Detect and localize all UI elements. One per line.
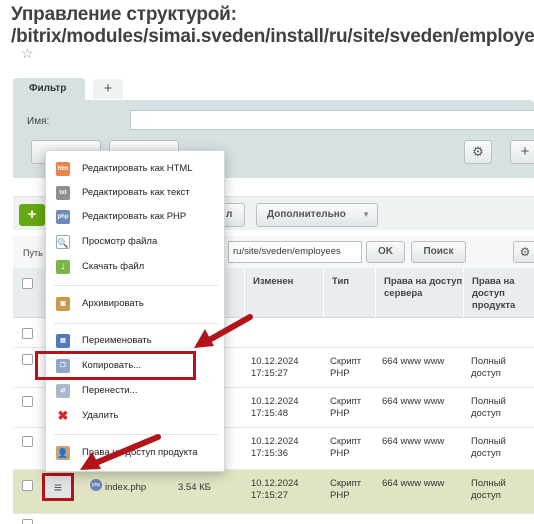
- product-access-cell: Полный доступ: [471, 396, 506, 419]
- file-name-link[interactable]: index.php: [105, 482, 185, 494]
- menu-item-archive[interactable]: ▣ Архивировать: [46, 293, 224, 315]
- download-icon: ↓: [56, 260, 70, 274]
- product-access-cell: Полный доступ: [471, 478, 506, 501]
- grid-settings-button[interactable]: ⚙: [513, 241, 534, 263]
- access-icon: 👤: [56, 446, 70, 460]
- ok-button[interactable]: OK: [366, 241, 405, 263]
- select-all-checkbox[interactable]: [22, 278, 33, 289]
- path-label: Путь: [23, 248, 43, 258]
- more-dropdown[interactable]: Дополнительно ▼: [256, 203, 378, 227]
- gear-icon: ⚙: [519, 245, 531, 259]
- name-label: Имя:: [27, 116, 50, 127]
- row-checkbox[interactable]: [22, 519, 33, 524]
- php-file-icon: php: [90, 479, 102, 491]
- col-type[interactable]: Тип: [323, 268, 375, 318]
- chevron-down-icon: ▼: [362, 210, 370, 219]
- row-checkbox[interactable]: [22, 328, 33, 339]
- menu-item-label: Редактировать как текст: [82, 187, 190, 198]
- table-row-selected[interactable]: php index.php 3.54 КБ 10.12.2024 17:15:2…: [13, 470, 534, 514]
- add-field-button[interactable]: +: [510, 140, 534, 164]
- html-icon: htm: [56, 162, 70, 176]
- menu-item-download[interactable]: ↓ Скачать файл: [46, 256, 224, 278]
- archive-icon: ▣: [56, 297, 70, 311]
- menu-item-move[interactable]: ⇄ Перенести...: [46, 380, 224, 402]
- rename-icon: ▤: [56, 334, 70, 348]
- path-input[interactable]: ru/site/sveden/employees: [228, 241, 362, 263]
- menu-item-label: Права на доступ продукта: [82, 447, 198, 458]
- product-access-cell: Полный доступ: [471, 436, 506, 459]
- server-access-cell: 664 www www: [382, 478, 445, 489]
- menu-item-view-file[interactable]: 🔍 Просмотр файла: [46, 231, 224, 253]
- page-title: Управление структурой: /bitrix/modules/s…: [11, 4, 534, 48]
- row-checkbox[interactable]: [22, 396, 33, 407]
- page-title-line2: /bitrix/modules/simai.sveden/install/ru/…: [11, 26, 534, 47]
- page-title-line1: Управление структурой:: [11, 4, 237, 25]
- context-menu: htm Редактировать как HTML txt Редактиро…: [45, 150, 225, 472]
- server-access-cell: 664 www www: [382, 396, 445, 407]
- menu-separator: [54, 285, 218, 286]
- col-changed[interactable]: Изменен: [244, 268, 310, 318]
- move-icon: ⇄: [56, 384, 70, 398]
- hamburger-icon: ≡: [53, 479, 63, 495]
- menu-item-label: Скачать файл: [82, 261, 145, 272]
- upload-button-label: л: [226, 209, 233, 220]
- menu-item-delete[interactable]: ✖ Удалить: [46, 405, 224, 427]
- menu-separator: [54, 323, 218, 324]
- menu-separator: [54, 434, 218, 435]
- php-icon: php: [56, 210, 70, 224]
- search-button[interactable]: Поиск: [411, 241, 466, 263]
- menu-item-edit-html[interactable]: htm Редактировать как HTML: [46, 158, 224, 180]
- server-access-cell: 664 www www: [382, 356, 445, 367]
- type-cell: Скрипт PHP: [330, 356, 362, 379]
- txt-icon: txt: [56, 186, 70, 200]
- menu-item-label: Архивировать: [82, 298, 144, 309]
- menu-item-label: Переименовать: [82, 335, 152, 346]
- menu-item-rename[interactable]: ▤ Переименовать: [46, 330, 224, 352]
- type-cell: Скрипт PHP: [330, 478, 362, 501]
- menu-item-label: Перенести...: [82, 385, 138, 396]
- name-input[interactable]: [130, 110, 534, 130]
- favorite-star-icon[interactable]: ☆: [21, 45, 34, 62]
- gear-icon: ⚙: [472, 144, 484, 159]
- copy-highlight-box: [35, 351, 196, 380]
- row-checkbox[interactable]: [22, 436, 33, 447]
- row-checkbox[interactable]: [22, 354, 33, 365]
- menu-item-edit-text[interactable]: txt Редактировать как текст: [46, 182, 224, 204]
- changed-cell: 10.12.2024 17:15:48: [251, 396, 299, 419]
- table-row[interactable]: [13, 514, 534, 524]
- menu-item-label: Просмотр файла: [82, 236, 158, 247]
- type-cell: Скрипт PHP: [330, 396, 362, 419]
- product-access-cell: Полный доступ: [471, 356, 506, 379]
- menu-item-access-rights[interactable]: 👤 Права на доступ продукта: [46, 442, 224, 464]
- add-button[interactable]: +: [19, 204, 45, 226]
- row-actions-menu-button[interactable]: ≡: [42, 473, 74, 501]
- changed-cell: 10.12.2024 17:15:27: [251, 356, 299, 379]
- menu-item-label: Удалить: [82, 410, 119, 421]
- menu-item-label: Редактировать как PHP: [82, 211, 187, 222]
- delete-icon: ✖: [56, 408, 70, 423]
- add-filter-tab-button[interactable]: +: [93, 79, 123, 99]
- menu-item-label: Редактировать как HTML: [82, 163, 193, 174]
- col-product-access[interactable]: Права на доступ продукта: [463, 268, 534, 318]
- size-cell: 3.54 КБ: [178, 482, 211, 493]
- changed-cell: 10.12.2024 17:15:27: [251, 478, 299, 501]
- type-cell: Скрипт PHP: [330, 436, 362, 459]
- menu-item-edit-php[interactable]: php Редактировать как PHP: [46, 206, 224, 228]
- view-icon: 🔍: [56, 235, 70, 249]
- col-server-access[interactable]: Права на доступ сервера: [375, 268, 463, 318]
- row-checkbox[interactable]: [22, 480, 33, 491]
- changed-cell: 10.12.2024 17:15:36: [251, 436, 299, 459]
- server-access-cell: 664 www www: [382, 436, 445, 447]
- more-label: Дополнительно: [267, 209, 346, 220]
- filter-settings-button[interactable]: ⚙: [464, 140, 492, 164]
- tab-filter[interactable]: Фильтр: [13, 78, 85, 100]
